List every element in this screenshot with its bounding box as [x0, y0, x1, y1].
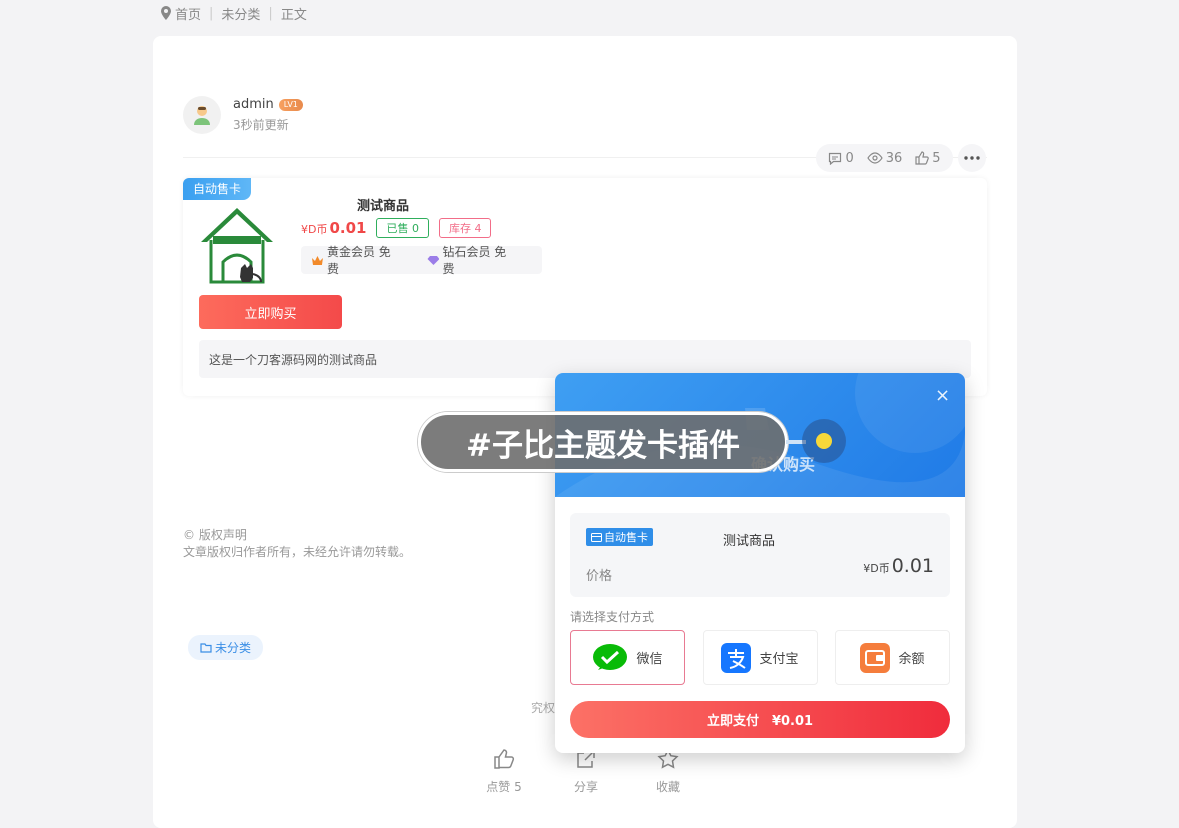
- auto-sell-tag: 自动售卡: [183, 178, 252, 200]
- partially-hidden-text: 究权: [531, 701, 556, 715]
- comment-icon: [829, 152, 842, 165]
- category-tag[interactable]: 未分类: [188, 635, 264, 660]
- eye-icon: [867, 152, 883, 164]
- copyright-notice: © 版权声明 文章版权归作者所有，未经允许请勿转载。: [183, 527, 411, 561]
- close-button[interactable]: ×: [935, 385, 950, 406]
- breadcrumb-separator: |: [268, 5, 273, 21]
- pay-wechat-option[interactable]: 微信: [570, 630, 685, 685]
- pay-alipay-option[interactable]: 支付宝: [702, 630, 818, 685]
- like-count[interactable]: 5: [915, 151, 940, 166]
- avatar-user-icon: [194, 106, 210, 125]
- share-action[interactable]: 分享: [545, 748, 627, 795]
- post-actions: 点赞 5 分享 收藏: [463, 748, 709, 795]
- thumbs-up-icon: [915, 151, 929, 165]
- avatar[interactable]: [183, 96, 221, 134]
- pay-balance-option[interactable]: 余额: [835, 630, 950, 685]
- copyright-text: 文章版权归作者所有，未经允许请勿转载。: [183, 545, 412, 559]
- product-box: 自动售卡 测试商品 ¥D币 0.01 已售 0 库存 4 黄金会员 免费 钻石会员…: [183, 178, 987, 396]
- diamond-icon: [426, 255, 439, 265]
- breadcrumb-separator: |: [209, 5, 214, 21]
- breadcrumb: 首页 | 未分类 | 正文: [160, 4, 307, 23]
- post-stats: 0 36 5: [816, 144, 953, 172]
- buy-now-button[interactable]: 立即购买: [199, 295, 342, 329]
- vip-price-row: 黄金会员 免费 钻石会员 免费: [301, 243, 542, 277]
- price-row: ¥D币 0.01 已售 0 库存 4: [301, 218, 492, 238]
- comment-count[interactable]: 0: [828, 151, 854, 166]
- author-name[interactable]: admin: [233, 97, 274, 112]
- more-options-button[interactable]: [958, 144, 986, 172]
- order-product-name: 测试商品: [723, 534, 776, 549]
- order-tag: 自动售卡: [586, 528, 653, 546]
- stock-badge: 库存 4: [438, 218, 492, 238]
- view-count: 36: [867, 151, 902, 166]
- wechat-icon: [593, 643, 628, 670]
- pay-now-button[interactable]: 立即支付 ¥0.01: [570, 701, 950, 738]
- author-block: admin LV1 3秒前更新: [183, 96, 303, 134]
- product-title: 测试商品: [357, 199, 410, 214]
- vip-diamond: 钻石会员 免费: [426, 243, 519, 277]
- crown-icon: [311, 255, 323, 265]
- wallet-icon: [860, 642, 891, 673]
- pointer-dot-core: [816, 433, 832, 449]
- level-badge: LV1: [278, 98, 303, 111]
- like-action[interactable]: 点赞 5: [463, 748, 545, 795]
- pointer-dot: [802, 419, 846, 463]
- location-pin-icon: [161, 6, 171, 20]
- product-house-logo[interactable]: [197, 204, 277, 286]
- copyright-title: © 版权声明: [183, 528, 247, 542]
- card-icon: [591, 532, 602, 542]
- pay-methods: 微信 支付宝 余额: [570, 630, 950, 685]
- breadcrumb-home[interactable]: 首页: [175, 4, 201, 23]
- alipay-icon: [721, 642, 752, 673]
- update-time: 3秒前更新: [233, 118, 289, 132]
- product-price: ¥D币 0.01: [301, 219, 367, 237]
- order-price: ¥D币 0.01: [863, 555, 934, 577]
- breadcrumb-category[interactable]: 未分类: [221, 4, 260, 23]
- vip-gold: 黄金会员 免费: [311, 243, 403, 277]
- more-dots-icon: [964, 156, 980, 160]
- folder-icon: [200, 642, 212, 653]
- overlay-caption: #子比主题发卡插件: [418, 412, 788, 472]
- pay-method-label: 请选择支付方式: [570, 610, 655, 624]
- sold-badge: 已售 0: [376, 218, 429, 238]
- order-summary: 自动售卡 测试商品 价格 ¥D币 0.01: [570, 513, 950, 597]
- breadcrumb-current: 正文: [280, 7, 307, 23]
- favorite-action[interactable]: 收藏: [627, 748, 709, 795]
- order-price-label: 价格: [586, 569, 613, 584]
- thumbs-up-icon: [494, 749, 515, 769]
